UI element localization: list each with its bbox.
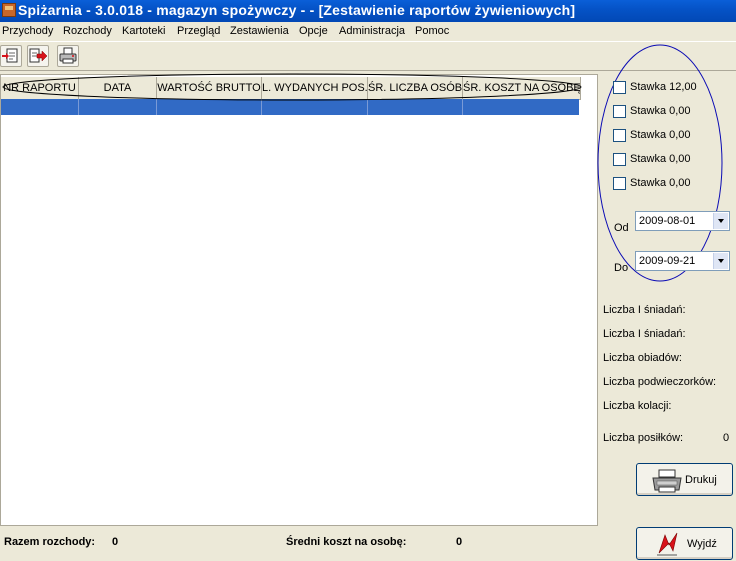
avg-cost-label: Średni koszt na osobę: xyxy=(286,536,407,548)
menu-przeglad[interactable]: Przegląd xyxy=(177,25,220,37)
export-icon xyxy=(29,48,48,63)
toolbar xyxy=(0,42,736,71)
menu-bar: Przychody Rozchody Kartoteki Przegląd Ze… xyxy=(0,22,736,42)
column-header-data[interactable]: DATA xyxy=(79,77,157,99)
date-from-dropdown-icon[interactable] xyxy=(713,213,728,229)
stat-meals-label: Liczba posiłków: xyxy=(603,432,684,444)
rate-label-4: Stawka 0,00 xyxy=(630,153,691,165)
rate-label-3: Stawka 0,00 xyxy=(630,129,691,141)
total-expenses-label: Razem rozchody: xyxy=(4,536,96,548)
exit-icon xyxy=(657,532,678,556)
column-header-nr-raportu[interactable]: NR RAPORTU xyxy=(1,77,79,99)
date-to-label: Do xyxy=(614,262,629,274)
column-header-koszt-na-osobe[interactable]: ŚR. KOSZT NA OSOBĘ xyxy=(463,77,581,99)
menu-rozchody[interactable]: Rozchody xyxy=(63,25,112,37)
app-icon xyxy=(2,3,16,17)
rate-label-2: Stawka 0,00 xyxy=(630,105,691,117)
print-icon xyxy=(59,47,77,64)
rate-checkbox-2[interactable] xyxy=(613,105,626,118)
cell-divider xyxy=(261,99,262,115)
cell-divider xyxy=(367,99,368,115)
rate-checkbox-1[interactable] xyxy=(613,81,626,94)
stat-meals-value: 0 xyxy=(723,432,730,444)
printer-icon xyxy=(652,469,682,493)
date-from-picker[interactable]: 2009-08-01 xyxy=(635,211,730,231)
column-header-wartosc-brutto[interactable]: WARTOŚĆ BRUTTO xyxy=(157,77,262,99)
new-document-icon xyxy=(2,48,18,63)
stat-breakfast-2: Liczba I śniadań: xyxy=(603,328,686,340)
date-from-label: Od xyxy=(614,222,629,234)
table-row[interactable] xyxy=(1,99,579,115)
exit-button-label: Wyjdź xyxy=(687,538,717,550)
rate-checkbox-5[interactable] xyxy=(613,177,626,190)
rate-label-1: Stawka 12,00 xyxy=(630,81,697,93)
export-button[interactable] xyxy=(27,45,49,67)
menu-przychody[interactable]: Przychody xyxy=(2,25,53,37)
print-button-label: Drukuj xyxy=(685,474,717,486)
avg-cost-value: 0 xyxy=(456,536,463,548)
reports-grid[interactable]: NR RAPORTU DATA WARTOŚĆ BRUTTO L. WYDANY… xyxy=(0,74,598,526)
exit-button[interactable]: Wyjdź xyxy=(636,527,733,560)
rate-label-5: Stawka 0,00 xyxy=(630,177,691,189)
menu-pomoc[interactable]: Pomoc xyxy=(415,25,449,37)
rate-checkbox-4[interactable] xyxy=(613,153,626,166)
stat-afternoon: Liczba podwieczorków: xyxy=(603,376,717,388)
print-toolbar-button[interactable] xyxy=(57,45,79,67)
menu-zestawienia[interactable]: Zestawienia xyxy=(230,25,289,37)
grid-header: NR RAPORTU DATA WARTOŚĆ BRUTTO L. WYDANY… xyxy=(1,77,581,100)
stat-breakfast-1: Liczba I śniadań: xyxy=(603,304,686,316)
date-to-picker[interactable]: 2009-09-21 xyxy=(635,251,730,271)
print-button[interactable]: Drukuj xyxy=(636,463,733,496)
new-report-button[interactable] xyxy=(0,45,22,67)
column-header-wydanych-pos[interactable]: L. WYDANYCH POS. xyxy=(262,77,368,99)
stat-lunch: Liczba obiadów: xyxy=(603,352,682,364)
title-bar: Spiżarnia - 3.0.018 - magazyn spożywczy … xyxy=(0,0,736,22)
window-title: Spiżarnia - 3.0.018 - magazyn spożywczy … xyxy=(18,2,576,18)
column-header-liczba-osob[interactable]: ŚR. LICZBA OSÓB xyxy=(368,77,463,99)
date-to-dropdown-icon[interactable] xyxy=(713,253,728,269)
cell-divider xyxy=(78,99,79,115)
menu-opcje[interactable]: Opcje xyxy=(299,25,328,37)
date-from-value: 2009-08-01 xyxy=(639,215,696,227)
date-to-value: 2009-09-21 xyxy=(639,255,696,267)
total-expenses-value: 0 xyxy=(112,536,119,548)
stat-dinner: Liczba kolacji: xyxy=(603,400,672,412)
cell-divider xyxy=(462,99,463,115)
menu-kartoteki[interactable]: Kartoteki xyxy=(122,25,165,37)
rate-checkbox-3[interactable] xyxy=(613,129,626,142)
cell-divider xyxy=(156,99,157,115)
menu-administracja[interactable]: Administracja xyxy=(339,25,405,37)
